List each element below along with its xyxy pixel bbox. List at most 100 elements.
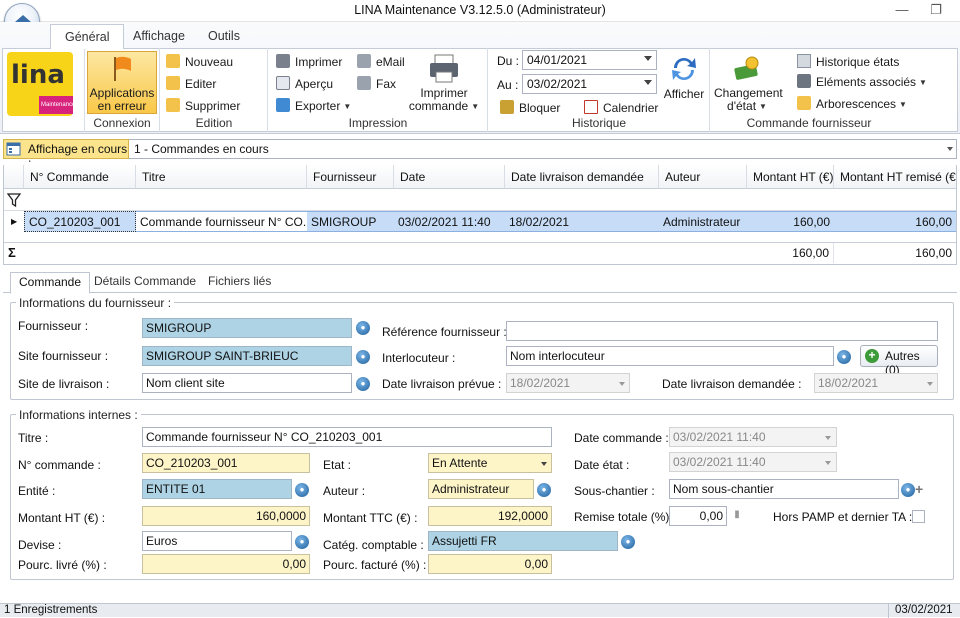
categ-comptable-field[interactable]: Assujetti FR	[428, 531, 618, 551]
date-livraison-prevue-select[interactable]: 18/02/2021	[506, 373, 630, 393]
table-cell[interactable]: 03/02/2021 11:40	[394, 211, 505, 232]
affichage-label: Affichage en cours :	[3, 139, 129, 170]
devise-field[interactable]: Euros	[142, 531, 292, 551]
new-folder-icon	[166, 54, 180, 68]
imprimer-button[interactable]: Imprimer	[276, 54, 342, 69]
table-cell[interactable]: 160,00	[834, 211, 956, 232]
total-montant-remise: 160,00	[915, 246, 952, 260]
restore-button[interactable]: ❐	[927, 3, 945, 19]
calendrier-button[interactable]: Calendrier	[584, 100, 658, 115]
fournisseur-lookup-icon[interactable]: ●	[356, 321, 370, 335]
hors-pamp-checkbox[interactable]	[912, 510, 925, 523]
internes-legend: Informations internes :	[16, 408, 141, 422]
remise-totale-input[interactable]: 0,00	[669, 506, 727, 526]
date-du-select[interactable]: 04/01/2021	[522, 50, 657, 70]
col-header-date-livraison[interactable]: Date livraison demandée	[505, 165, 659, 189]
editer-button[interactable]: Editer	[166, 76, 216, 91]
site-fournisseur-field[interactable]: SMIGROUP SAINT-BRIEUC	[142, 346, 352, 366]
pourc-facture-input[interactable]: 0,00	[428, 554, 552, 574]
date-livraison-demandee-select[interactable]: 18/02/2021	[814, 373, 938, 393]
autres-button[interactable]: + Autres (0)	[860, 345, 938, 377]
montant-ttc-input[interactable]: 192,0000	[428, 506, 552, 526]
interlocuteur-lookup-icon[interactable]: ●	[837, 350, 851, 364]
col-header-date[interactable]: Date	[394, 165, 505, 189]
chevron-down-icon	[947, 147, 953, 151]
money-icon	[734, 56, 759, 80]
historique-etats-button[interactable]: Historique états	[797, 54, 899, 69]
col-header-montant-remise[interactable]: Montant HT remisé (€)	[834, 165, 956, 189]
montant-ht-input[interactable]: 160,0000	[142, 506, 310, 526]
supprimer-button[interactable]: Supprimer	[166, 98, 240, 113]
chevron-down-icon	[825, 461, 831, 465]
calendar-icon	[584, 100, 598, 114]
interlocuteur-field[interactable]: Nom interlocuteur	[506, 346, 834, 366]
col-header-auteur[interactable]: Auteur	[659, 165, 747, 189]
fournisseur-field[interactable]: SMIGROUP	[142, 318, 352, 338]
apercu-button[interactable]: Aperçu	[276, 76, 333, 91]
devise-lookup-icon[interactable]: ●	[295, 535, 309, 549]
tab-outils[interactable]: Outils	[194, 24, 254, 48]
site-livraison-field[interactable]: Nom client site	[142, 373, 352, 393]
add-sous-chantier-icon[interactable]: +	[915, 481, 923, 497]
export-icon	[276, 98, 290, 112]
status-date: 03/02/2021	[888, 604, 953, 618]
entite-field[interactable]: ENTITE 01	[142, 479, 292, 499]
auteur-lookup-icon[interactable]: ●	[537, 483, 551, 497]
nouveau-button[interactable]: Nouveau	[166, 54, 233, 69]
table-cell[interactable]: 18/02/2021	[505, 211, 659, 232]
applications-en-erreur-button[interactable]: Applications en erreur	[87, 51, 157, 114]
categ-comptable-lookup-icon[interactable]: ●	[621, 535, 635, 549]
title-bar: LINA Maintenance V3.12.5.0 (Administrate…	[0, 0, 960, 22]
titre-input[interactable]: Commande fournisseur N° CO_210203_001	[142, 427, 552, 447]
col-header-fournisseur[interactable]: Fournisseur	[307, 165, 394, 189]
affichage-select[interactable]: 1 - Commandes en cours	[3, 139, 957, 159]
record-count: 1 Enregistrements	[4, 604, 98, 616]
tab-commande[interactable]: Commande	[10, 272, 91, 294]
col-header-montant-ht[interactable]: Montant HT (€)	[747, 165, 834, 189]
tab-fichiers-lies[interactable]: Fichiers liés	[200, 272, 279, 293]
tab-general[interactable]: Général	[50, 24, 125, 49]
table-cell[interactable]: Administrateur	[659, 211, 747, 232]
trash-icon[interactable]: ▮	[730, 509, 744, 523]
site-livraison-lookup-icon[interactable]: ●	[356, 377, 370, 391]
delete-folder-icon	[166, 98, 180, 112]
col-header-num[interactable]: N° Commande	[24, 165, 136, 189]
changement-etat-button[interactable]: Changement d'état ▼	[714, 52, 783, 114]
auteur-field[interactable]: Administrateur	[428, 479, 534, 499]
tab-details-commande[interactable]: Détails Commande	[86, 272, 204, 293]
afficher-button[interactable]: Afficher	[662, 52, 706, 101]
table-cell[interactable]: CO_210203_001	[24, 211, 136, 232]
reference-fournisseur-input[interactable]	[506, 321, 938, 341]
filter-icon[interactable]	[7, 193, 21, 207]
sous-chantier-lookup-icon[interactable]: ●	[901, 483, 915, 497]
filter-row[interactable]	[4, 189, 956, 211]
chevron-down-icon	[619, 382, 625, 386]
edit-folder-icon	[166, 76, 180, 90]
fax-button[interactable]: Fax	[357, 76, 396, 91]
table-cell[interactable]: 160,00	[747, 211, 834, 232]
col-header-titre[interactable]: Titre	[136, 165, 307, 189]
date-etat-select[interactable]: 03/02/2021 11:40	[669, 452, 837, 472]
table-cell[interactable]: SMIGROUP	[307, 211, 394, 232]
table-cell[interactable]: Commande fournisseur N° CO...	[136, 211, 307, 232]
group-label-commande-fournisseur: Commande fournisseur	[746, 116, 872, 130]
arborescences-button[interactable]: Arborescences ▼	[797, 96, 907, 111]
sous-chantier-field[interactable]: Nom sous-chantier	[669, 479, 899, 499]
date-commande-select[interactable]: 03/02/2021 11:40	[669, 427, 837, 447]
num-commande-input[interactable]: CO_210203_001	[142, 453, 310, 473]
date-au-select[interactable]: 03/02/2021	[522, 74, 657, 94]
email-button[interactable]: eMail	[357, 54, 405, 69]
display-icon	[6, 142, 21, 156]
site-fournisseur-lookup-icon[interactable]: ●	[356, 350, 370, 364]
chevron-down-icon	[927, 382, 933, 386]
tab-affichage[interactable]: Affichage	[119, 24, 199, 48]
row-indicator-icon: ▶	[11, 217, 18, 226]
etat-select[interactable]: En Attente	[428, 453, 552, 473]
imprimer-commande-button[interactable]: Imprimer commande ▼	[408, 52, 480, 114]
elements-associes-button[interactable]: Eléments associés ▼	[797, 74, 927, 89]
entite-lookup-icon[interactable]: ●	[295, 483, 309, 497]
pourc-livre-input[interactable]: 0,00	[142, 554, 310, 574]
bloquer-button[interactable]: Bloquer	[500, 100, 560, 115]
exporter-button[interactable]: Exporter ▼	[276, 98, 351, 113]
minimize-button[interactable]: —	[893, 3, 911, 19]
